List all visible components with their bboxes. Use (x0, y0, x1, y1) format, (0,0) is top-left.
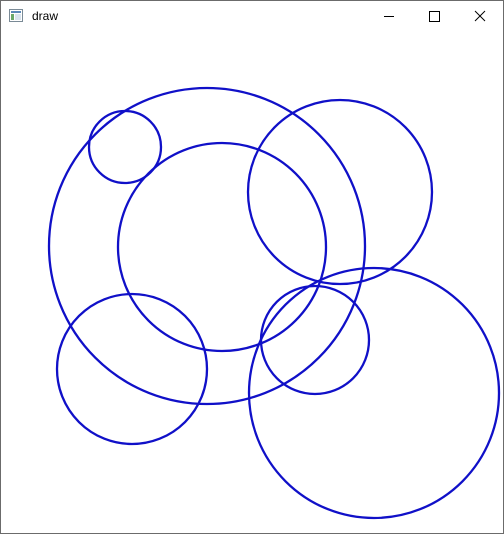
circle-shape (259, 284, 371, 396)
circle-shape (116, 141, 328, 353)
circle-shape (247, 266, 501, 520)
minimize-button[interactable] (366, 1, 411, 32)
close-icon (474, 10, 486, 22)
close-button[interactable] (457, 1, 502, 32)
title-bar[interactable]: draw (1, 1, 503, 32)
window-title: draw (32, 9, 59, 23)
drawing-canvas[interactable] (1, 32, 503, 533)
maximize-icon (429, 11, 440, 22)
circle-shape (246, 98, 434, 286)
circles-drawing (47, 86, 501, 520)
app-window: draw (0, 0, 504, 534)
app-icon (9, 9, 23, 22)
circle-shape (55, 292, 209, 446)
maximize-button[interactable] (411, 1, 456, 32)
minimize-icon (384, 16, 394, 17)
